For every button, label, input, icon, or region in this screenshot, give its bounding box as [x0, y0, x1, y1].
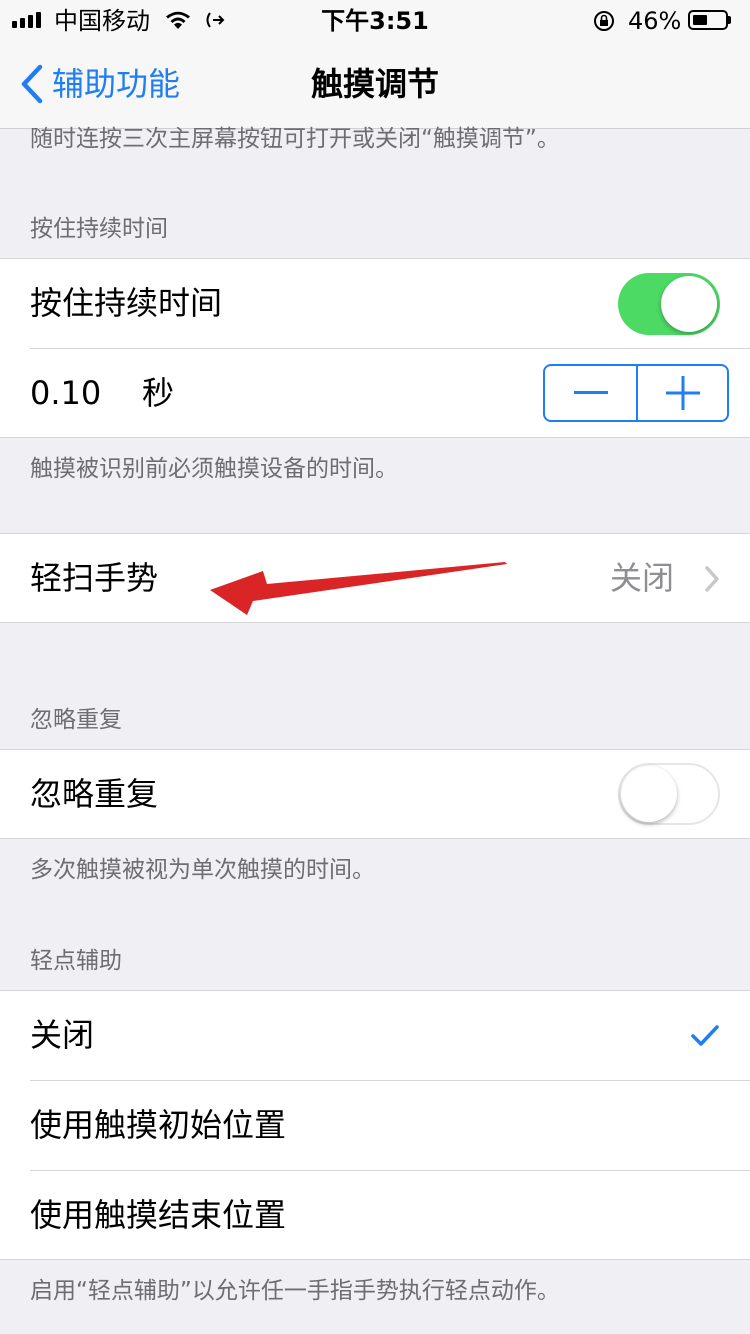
- hold-duration-unit: 秒: [142, 374, 175, 412]
- checkmark-icon: [691, 1025, 719, 1046]
- option-label: 关闭: [30, 1016, 95, 1054]
- switch-knob: [621, 766, 677, 822]
- page-title: 触摸调节: [310, 65, 439, 103]
- rotation-lock-icon: [594, 11, 614, 31]
- minus-icon: [574, 391, 608, 394]
- triple-click-note: 随时连按三次主屏幕按钮可打开或关闭“触摸调节”。: [30, 126, 560, 152]
- tap-option-off[interactable]: 关闭: [0, 991, 750, 1080]
- ignore-repeat-group: 忽略重复: [0, 749, 750, 839]
- tap-option-final-location[interactable]: 使用触摸结束位置: [0, 1171, 750, 1259]
- tap-assistance-note: 启用“轻点辅助”以允许任一手指手势执行轻点动作。: [30, 1278, 560, 1304]
- battery-percent: 46%: [628, 7, 682, 35]
- hold-duration-note: 触摸被识别前必须触摸设备的时间。: [30, 456, 398, 482]
- swipe-gestures-label: 轻扫手势: [30, 559, 159, 597]
- tap-assistance-group: 关闭 使用触摸初始位置 使用触摸结束位置: [0, 990, 750, 1260]
- ignore-repeat-note: 多次触摸被视为单次触摸的时间。: [30, 857, 375, 883]
- hold-duration-label: 按住持续时间: [30, 284, 223, 322]
- status-bar: 中国移动 下午3:51 46%: [0, 0, 750, 40]
- swipe-gestures-row[interactable]: 轻扫手势 关闭: [0, 533, 750, 623]
- increment-button[interactable]: [638, 366, 727, 420]
- annotation-arrow-icon: [210, 562, 507, 615]
- navigation-bar: 辅助功能 触摸调节: [0, 40, 750, 129]
- battery-icon: [688, 10, 728, 30]
- tap-option-initial-location[interactable]: 使用触摸初始位置: [0, 1081, 750, 1170]
- row-divider: [30, 348, 750, 349]
- swipe-gestures-value: 关闭: [610, 559, 675, 597]
- decrement-button[interactable]: [545, 366, 636, 420]
- hold-duration-value: 0.10: [30, 374, 102, 412]
- option-label: 使用触摸结束位置: [30, 1196, 287, 1234]
- hold-duration-header: 按住持续时间: [30, 216, 168, 242]
- tap-assistance-header: 轻点辅助: [30, 948, 122, 974]
- battery-cap: [728, 16, 731, 24]
- option-label: 使用触摸初始位置: [30, 1106, 287, 1144]
- hold-duration-group: 按住持续时间 0.10 秒: [0, 258, 750, 438]
- switch-knob: [661, 276, 717, 332]
- ignore-repeat-label: 忽略重复: [30, 775, 159, 813]
- duration-stepper: [543, 364, 729, 422]
- hold-duration-switch[interactable]: [618, 273, 720, 335]
- chevron-right-icon: [705, 566, 719, 592]
- ignore-repeat-switch[interactable]: [618, 763, 720, 825]
- ignore-repeat-header: 忽略重复: [30, 707, 122, 733]
- plus-icon: [666, 376, 700, 410]
